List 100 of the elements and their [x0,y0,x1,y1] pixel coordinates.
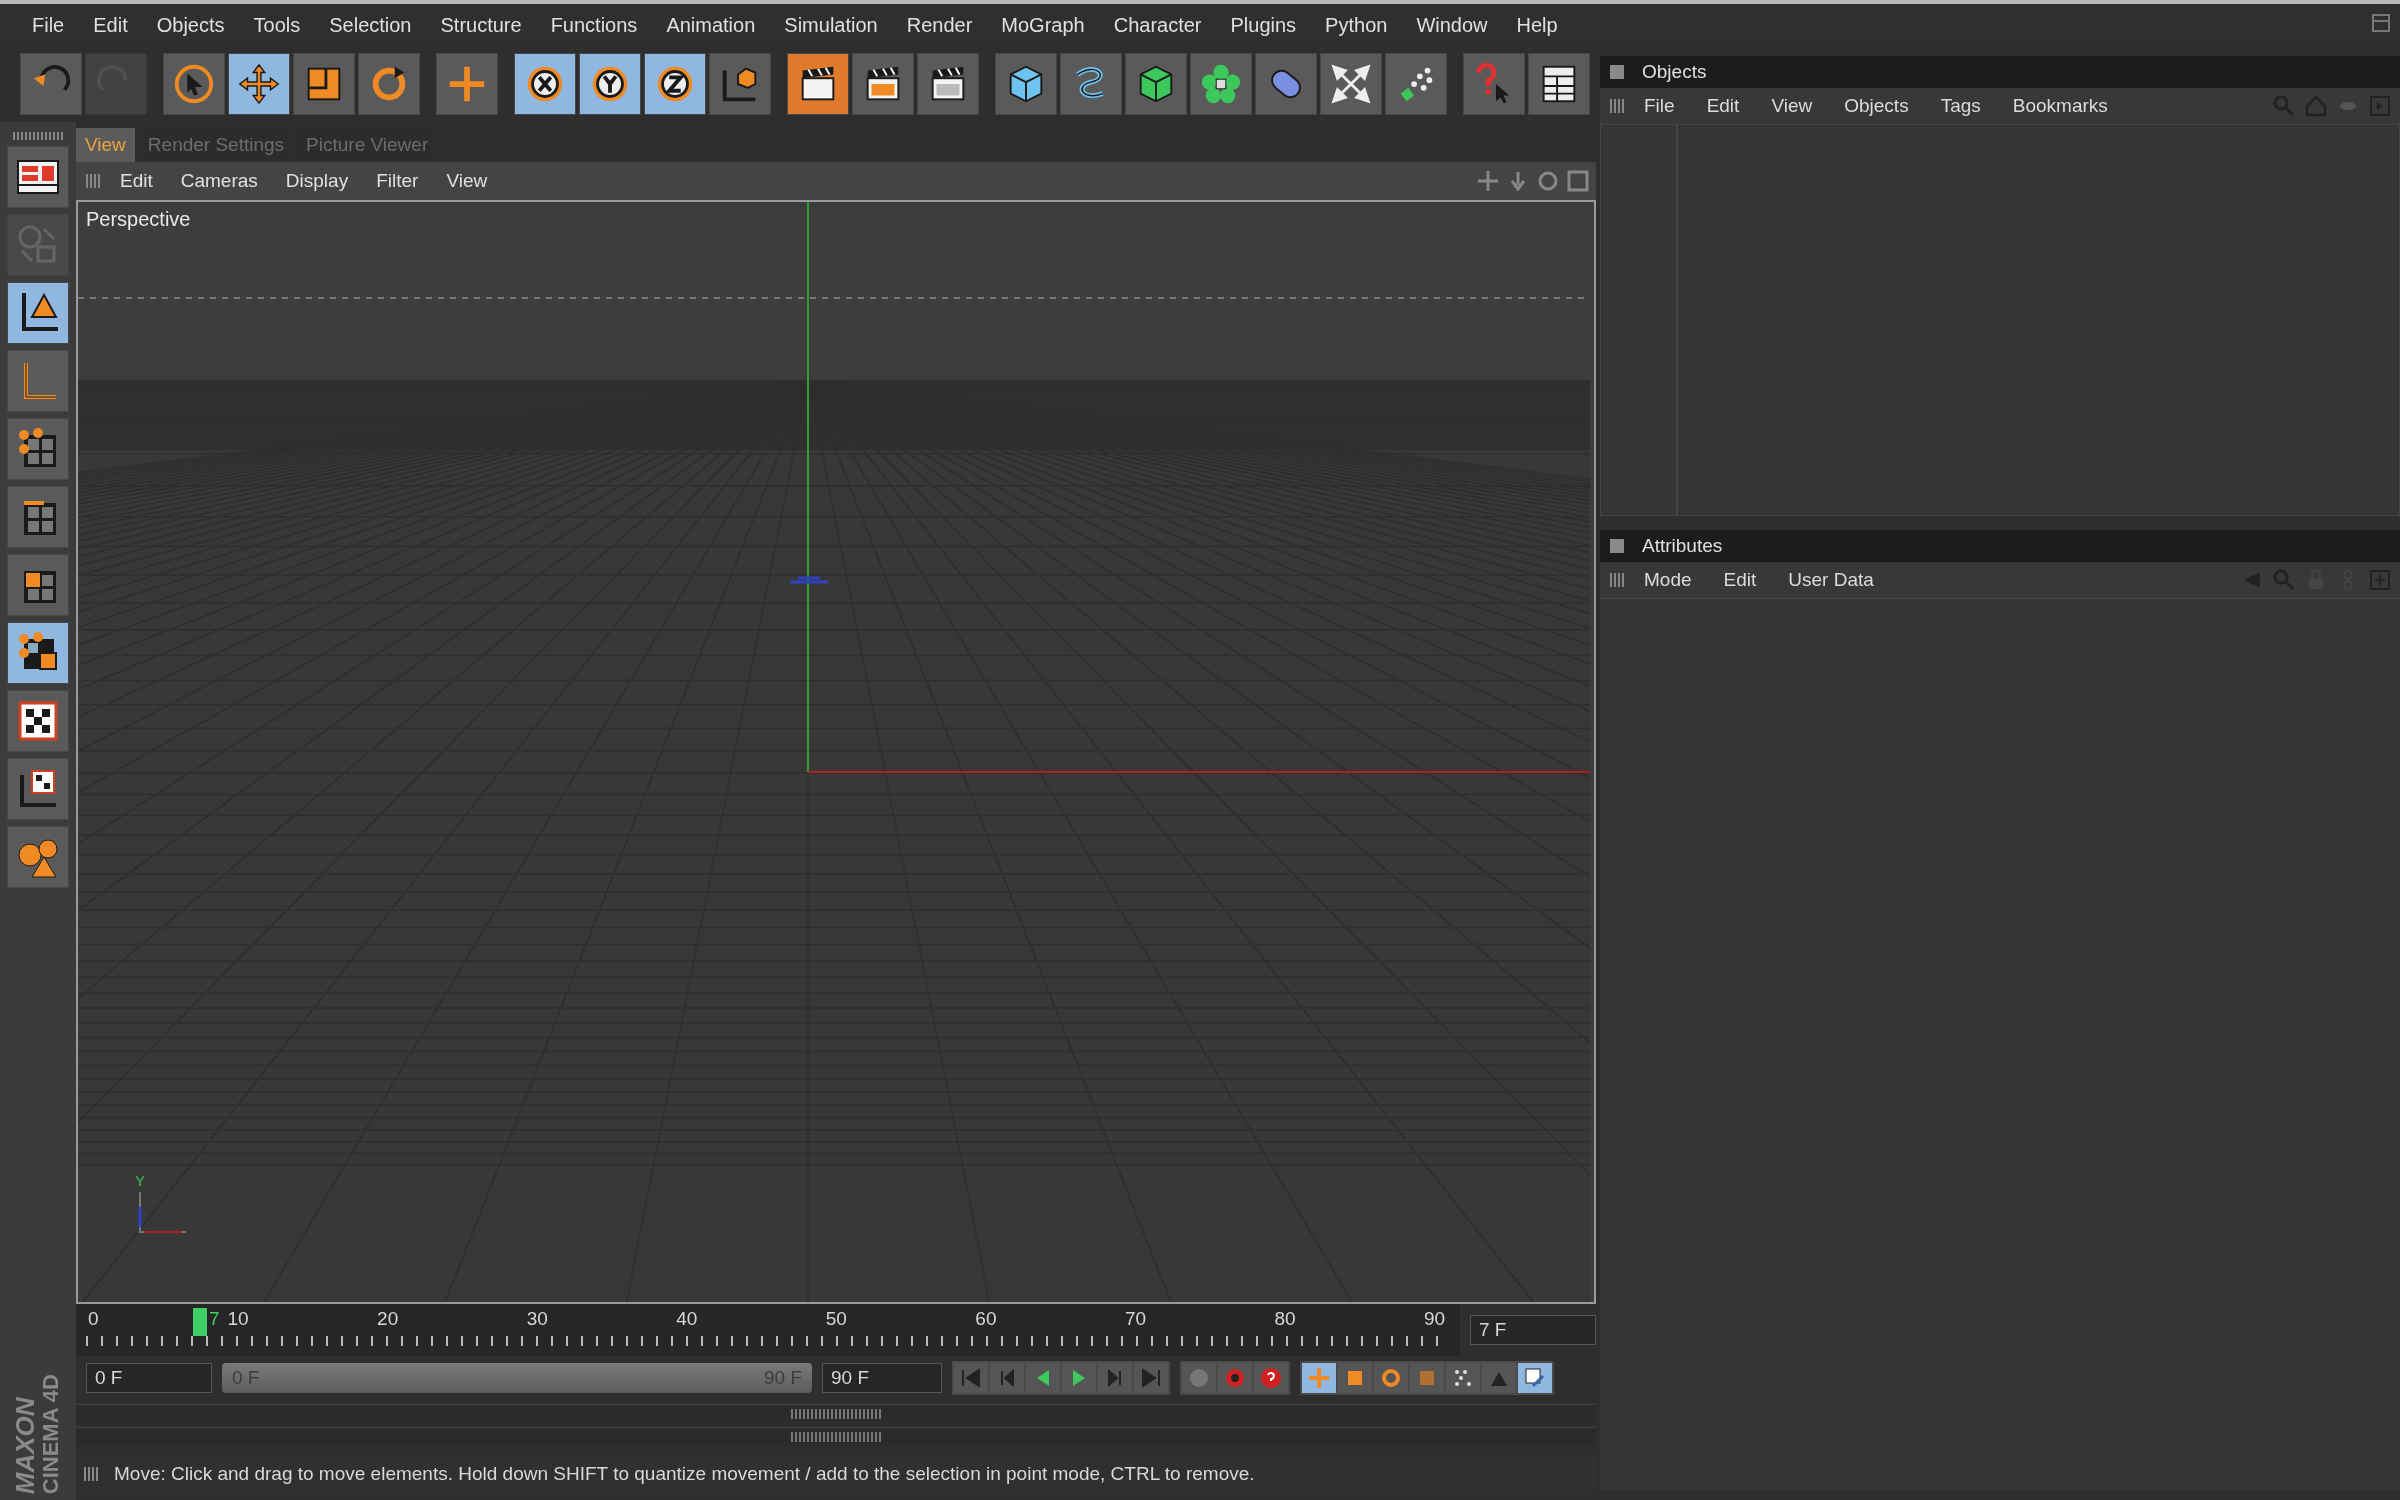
panel-title: Objects [1642,61,1707,83]
menu-item[interactable]: Functions [536,13,653,37]
move-icon [236,61,282,107]
polygons-button[interactable] [7,554,69,616]
cube-axes-button[interactable] [709,53,771,115]
layout-button[interactable] [7,146,69,208]
menu-item[interactable]: Window [1402,13,1503,37]
checker-button[interactable] [7,690,69,752]
grip-handle[interactable] [86,174,100,188]
plus-button[interactable] [436,53,498,115]
scale-button[interactable] [1338,1363,1372,1393]
menu-item[interactable]: Tags [1924,95,1997,117]
rotate-view-icon[interactable] [1536,169,1560,193]
menu-item[interactable]: View [1755,95,1829,117]
grip-handle[interactable] [13,132,63,140]
shaded-cube-button[interactable] [1125,53,1187,115]
move-button[interactable] [228,53,290,115]
rotate-button[interactable] [1374,1363,1408,1393]
rotate-button[interactable] [358,53,420,115]
particles-button[interactable] [1385,53,1447,115]
timeline-ruler[interactable]: 0 7 10 20 30 40 50 60 70 80 90 [76,1304,1460,1356]
menu-item[interactable]: View [432,170,502,192]
y-axis-button[interactable] [579,53,641,115]
clapperboard-button[interactable] [917,53,979,115]
axis-button[interactable] [7,350,69,412]
menu-item[interactable]: File [1628,95,1691,117]
panel-handle-icon[interactable] [1610,65,1624,79]
drag-handle[interactable] [791,1432,881,1442]
end-frame-field[interactable]: 90 F [822,1363,942,1393]
scheme-icon [1523,1366,1547,1390]
record-icon [1187,1366,1211,1390]
panel-handle-icon[interactable] [1610,539,1624,553]
menu-item[interactable]: Display [271,170,363,192]
start-frame-field[interactable]: 0 F [86,1363,212,1393]
edges-button[interactable] [7,486,69,548]
question-button[interactable] [1254,1363,1288,1393]
grip-handle[interactable] [84,1467,98,1481]
step-back-button[interactable] [990,1363,1024,1393]
capsule-button[interactable] [1255,53,1317,115]
menu-item[interactable]: Python [1311,13,1403,37]
menu-item[interactable]: Edit [1690,95,1756,117]
clapperboard-button[interactable] [852,53,914,115]
tweak-button[interactable] [7,622,69,684]
tick-label: 0 [88,1308,99,1330]
menu-item[interactable]: Help [1502,13,1573,37]
menu-item[interactable]: Character [1099,13,1217,37]
tick-label: 90 [1424,1308,1446,1330]
menu-item[interactable]: Objects [1828,95,1925,117]
menu-item[interactable]: Edit [79,13,143,37]
menu-item[interactable]: Selection [315,13,427,37]
spline-button[interactable] [1060,53,1122,115]
checker-axis-button[interactable] [7,758,69,820]
record-button[interactable] [1218,1363,1252,1393]
drag-handle[interactable] [791,1409,881,1419]
skip-end-button[interactable] [1134,1363,1168,1393]
points-button[interactable] [7,418,69,480]
frame-field[interactable]: 7 F [1470,1315,1596,1345]
flower-button[interactable] [1190,53,1252,115]
skip-start-button[interactable] [954,1363,988,1393]
cursor-button[interactable] [163,53,225,115]
play-button[interactable] [1062,1363,1096,1393]
menu-item[interactable]: Tools [239,13,316,37]
scheme-button[interactable] [1518,1363,1552,1393]
grip-handle[interactable] [1610,99,1624,113]
menu-item[interactable]: Render [892,13,988,37]
menu-item[interactable]: Bookmarks [1996,95,2124,117]
move-view-icon[interactable] [1476,169,1500,193]
play-back-button[interactable] [1026,1363,1060,1393]
maximize-icon[interactable] [1566,169,1590,193]
undo-button[interactable] [20,53,82,115]
model-button[interactable] [7,282,69,344]
expand-icon [1328,61,1374,107]
points-button[interactable] [1446,1363,1480,1393]
viewport[interactable]: Perspective Y [76,200,1596,1304]
clapperboard-button[interactable] [787,53,849,115]
expand-button[interactable] [1320,53,1382,115]
menu-item[interactable]: Edit [106,170,167,192]
menu-item[interactable]: Animation [652,13,771,37]
z-axis-button[interactable] [644,53,706,115]
menu-item[interactable]: Plugins [1216,13,1312,37]
menu-item[interactable]: Edit [1707,569,1773,591]
shapes-button[interactable] [7,826,69,888]
scale-button[interactable] [293,53,355,115]
menu-item[interactable]: MoGraph [987,13,1100,37]
x-axis-button[interactable] [514,53,576,115]
help-cursor-button[interactable] [1463,53,1525,115]
menu-item[interactable]: Cameras [166,170,272,192]
menu-item[interactable]: User Data [1772,569,1890,591]
menu-item[interactable]: Objects [142,13,240,37]
logo-text: CINEMA 4D [38,1373,64,1494]
cube-button[interactable] [995,53,1057,115]
tick-label: 30 [526,1308,548,1330]
menu-item[interactable]: Simulation [770,13,893,37]
menu-item[interactable]: Structure [426,13,537,37]
menu-item[interactable]: Mode [1628,569,1708,591]
grip-handle[interactable] [1610,573,1624,587]
table-button[interactable] [1528,53,1590,115]
step-forward-button[interactable] [1098,1363,1132,1393]
menu-item[interactable]: File [18,13,80,37]
menu-item[interactable]: Filter [362,170,433,192]
